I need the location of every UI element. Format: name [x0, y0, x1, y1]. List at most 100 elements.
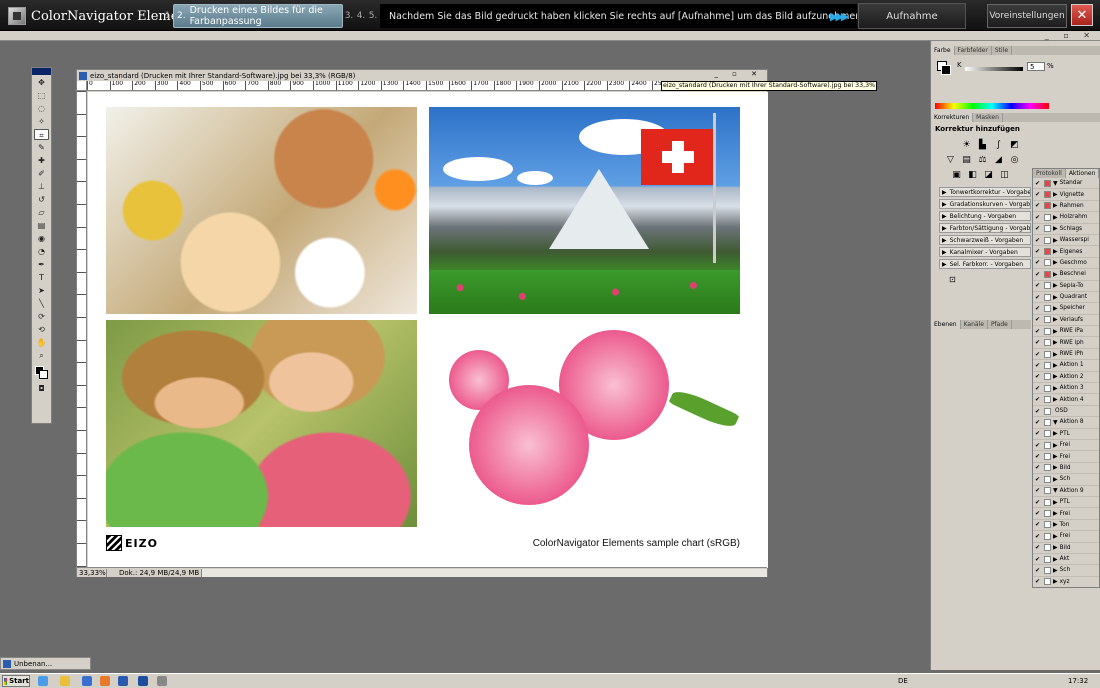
- dialog-toggle[interactable]: [1044, 441, 1051, 449]
- checkmark-icon[interactable]: ✔: [1035, 442, 1042, 449]
- tab-masks[interactable]: Masken: [973, 113, 1003, 122]
- 3d-orbit-tool-icon[interactable]: ⟲: [34, 324, 49, 335]
- crop-tool-icon[interactable]: ⌗: [34, 129, 49, 140]
- disclosure-icon[interactable]: ▶: [1053, 464, 1058, 471]
- threshold-icon[interactable]: ◫: [999, 170, 1010, 181]
- dialog-toggle[interactable]: [1044, 350, 1051, 358]
- dialog-toggle[interactable]: [1044, 498, 1051, 506]
- checkmark-icon[interactable]: ✔: [1035, 385, 1042, 392]
- action-row[interactable]: ✔ ▶ PTL: [1033, 497, 1099, 509]
- checkmark-icon[interactable]: ✔: [1035, 453, 1042, 460]
- gradient-tool-icon[interactable]: ▤: [34, 220, 49, 231]
- brightness-icon[interactable]: ☀: [961, 140, 972, 151]
- disclosure-icon[interactable]: ▶: [1053, 225, 1058, 232]
- action-row[interactable]: ✔ ▶ Bild: [1033, 543, 1099, 554]
- dialog-toggle[interactable]: [1044, 339, 1051, 347]
- disclosure-icon[interactable]: ▶: [1053, 556, 1058, 563]
- hue-saturation-icon[interactable]: ▤: [961, 155, 972, 166]
- disclosure-icon[interactable]: ▶: [1053, 476, 1058, 483]
- tab-layers[interactable]: Ebenen: [931, 320, 961, 329]
- action-row[interactable]: ✔ ▶ Aktion 4: [1033, 394, 1099, 406]
- black-white-icon[interactable]: ◢: [993, 155, 1004, 166]
- step-4[interactable]: 4.: [356, 4, 366, 28]
- document-window-controls-icon[interactable]: _ ▫ ✕: [714, 70, 763, 78]
- checkmark-icon[interactable]: ✔: [1035, 259, 1042, 266]
- photo-filter-icon[interactable]: ◎: [1009, 155, 1020, 166]
- action-row[interactable]: ✔ ▶ Bild: [1033, 463, 1099, 475]
- disclosure-icon[interactable]: ▶: [1053, 271, 1058, 278]
- tab-swatches[interactable]: Farbfelder: [955, 46, 992, 55]
- disclosure-icon[interactable]: ▶: [1053, 316, 1058, 323]
- channel-mixer-icon[interactable]: ▣: [951, 170, 962, 181]
- action-row[interactable]: ✔ ▶ Geschmo: [1033, 258, 1099, 270]
- color-balance-icon[interactable]: ⚖: [977, 155, 988, 166]
- invert-icon[interactable]: ◧: [967, 170, 978, 181]
- checkmark-icon[interactable]: ✔: [1035, 294, 1042, 301]
- firefox-icon[interactable]: [100, 676, 110, 686]
- action-row[interactable]: ✔ ▼ Aktion 9: [1033, 486, 1099, 497]
- disclosure-icon[interactable]: ▶: [1053, 442, 1058, 449]
- disclosure-icon[interactable]: ▶: [1053, 351, 1058, 358]
- dialog-toggle[interactable]: [1044, 179, 1051, 187]
- action-row[interactable]: ✔ ▶ Frei: [1033, 451, 1099, 463]
- close-icon[interactable]: ✕: [1071, 4, 1093, 26]
- disclosure-icon[interactable]: ▶: [1053, 305, 1058, 312]
- type-tool-icon[interactable]: T: [34, 272, 49, 283]
- checkmark-icon[interactable]: ✔: [1035, 202, 1042, 209]
- expand-icon[interactable]: ▶: [942, 200, 947, 208]
- dialog-toggle[interactable]: [1044, 373, 1051, 381]
- disclosure-icon[interactable]: ▼: [1053, 419, 1058, 426]
- colornavigator-taskbar-icon[interactable]: [157, 676, 167, 686]
- color-spectrum-bar[interactable]: [935, 103, 1049, 109]
- disclosure-icon[interactable]: ▶: [1053, 544, 1058, 551]
- dialog-toggle[interactable]: [1044, 407, 1051, 415]
- action-row[interactable]: ✔ ▶ Eigenes: [1033, 246, 1099, 258]
- expand-icon[interactable]: ▶: [942, 236, 947, 244]
- action-row[interactable]: ✔ ▶ Frei: [1033, 440, 1099, 452]
- checkmark-icon[interactable]: ✔: [1035, 464, 1042, 471]
- disclosure-icon[interactable]: ▶: [1053, 259, 1058, 266]
- disclosure-icon[interactable]: ▶: [1053, 578, 1058, 585]
- blur-tool-icon[interactable]: ◉: [34, 233, 49, 244]
- checkmark-icon[interactable]: ✔: [1035, 237, 1042, 244]
- checkmark-icon[interactable]: ✔: [1035, 487, 1042, 494]
- checkmark-icon[interactable]: ✔: [1035, 567, 1042, 574]
- posterize-icon[interactable]: ◪: [983, 170, 994, 181]
- disclosure-icon[interactable]: ▶: [1053, 510, 1058, 517]
- disclosure-icon[interactable]: ▶: [1053, 521, 1058, 528]
- zoom-level-field[interactable]: 33,33%: [77, 568, 107, 577]
- expand-icon[interactable]: ▶: [942, 248, 947, 256]
- checkmark-icon[interactable]: ✔: [1035, 419, 1042, 426]
- lasso-tool-icon[interactable]: ◌: [34, 103, 49, 114]
- disclosure-icon[interactable]: ▶: [1053, 567, 1058, 574]
- brush-tool-icon[interactable]: ✐: [34, 168, 49, 179]
- dialog-toggle[interactable]: [1044, 430, 1051, 438]
- disclosure-icon[interactable]: ▼: [1053, 180, 1058, 187]
- dialog-toggle[interactable]: [1044, 270, 1051, 278]
- dialog-toggle[interactable]: [1044, 304, 1051, 312]
- checkmark-icon[interactable]: ✔: [1035, 396, 1042, 403]
- color-swatches[interactable]: [34, 365, 49, 381]
- action-row[interactable]: ✔ ▶ Akt: [1033, 554, 1099, 566]
- checkmark-icon[interactable]: ✔: [1035, 225, 1042, 232]
- ruler-origin[interactable]: [77, 81, 87, 91]
- action-row[interactable]: ✔ ▶ Ton: [1033, 520, 1099, 532]
- dialog-toggle[interactable]: [1044, 213, 1051, 221]
- preset-item[interactable]: ▶ Kanalmixer - Vorgaben: [939, 247, 1031, 257]
- language-indicator[interactable]: DE: [898, 677, 908, 685]
- minimized-window-button[interactable]: Unbenan...: [0, 657, 91, 670]
- action-row[interactable]: ✔ ▶ Vignette: [1033, 189, 1099, 201]
- checkmark-icon[interactable]: ✔: [1035, 533, 1042, 540]
- step-3[interactable]: 3.: [344, 4, 354, 28]
- disclosure-icon[interactable]: ▶: [1053, 248, 1058, 255]
- checkmark-icon[interactable]: ✔: [1035, 339, 1042, 346]
- checkmark-icon[interactable]: ✔: [1035, 248, 1042, 255]
- checkmark-icon[interactable]: ✔: [1035, 499, 1042, 506]
- dialog-toggle[interactable]: [1044, 293, 1051, 301]
- dialog-toggle[interactable]: [1044, 282, 1051, 290]
- dialog-toggle[interactable]: [1044, 248, 1051, 256]
- disclosure-icon[interactable]: ▶: [1053, 339, 1058, 346]
- disclosure-icon[interactable]: ▶: [1053, 294, 1058, 301]
- tab-history[interactable]: Protokoll: [1033, 169, 1066, 178]
- action-row[interactable]: ✔ OSD: [1033, 406, 1099, 418]
